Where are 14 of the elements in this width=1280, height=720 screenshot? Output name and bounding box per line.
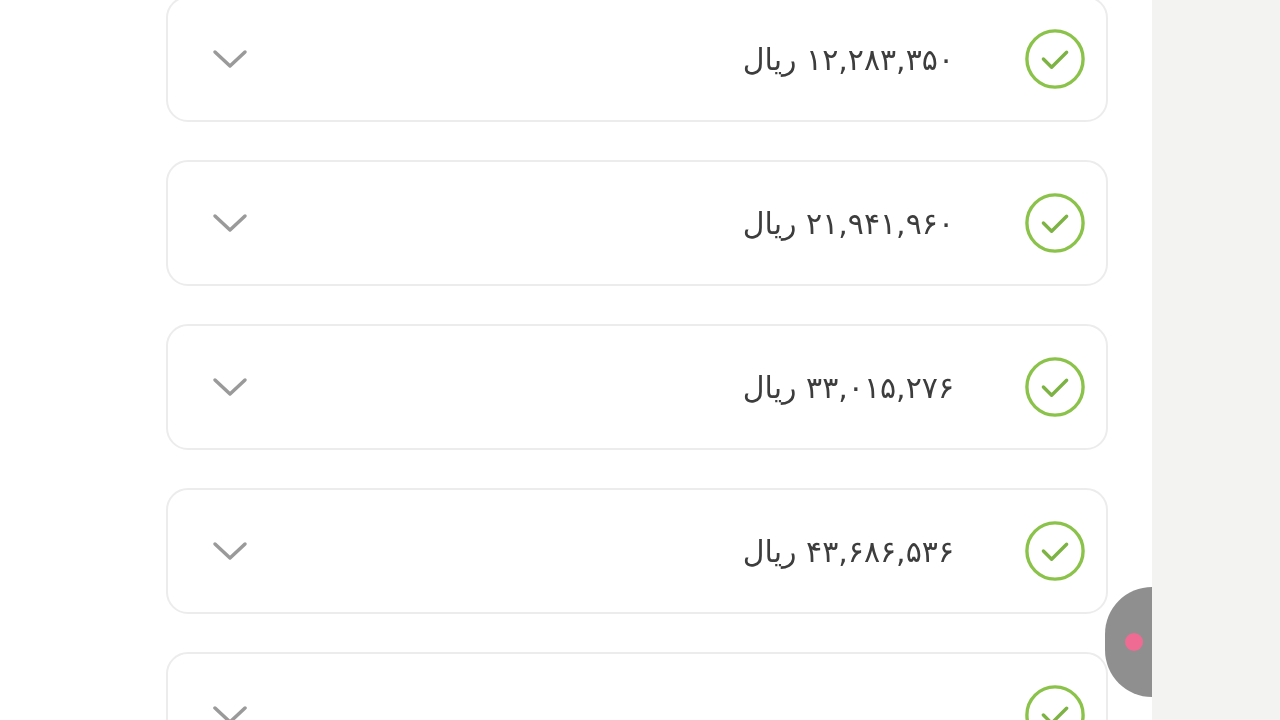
amount-text: ۴۳,۶۸۶,۵۳۶ ریال xyxy=(742,533,954,569)
amount-text: ۱۲,۲۸۳,۳۵۰ ریال xyxy=(742,41,954,77)
chevron-down-icon[interactable] xyxy=(212,540,248,562)
amount-text: ۲۱,۹۴۱,۹۶۰ ریال xyxy=(742,205,954,241)
chevron-down-icon[interactable] xyxy=(212,212,248,234)
payment-card[interactable]: ۱۲,۲۸۳,۳۵۰ ریال xyxy=(166,0,1108,122)
chevron-down-icon[interactable] xyxy=(212,48,248,70)
chevron-down-icon[interactable] xyxy=(212,704,248,720)
payment-card[interactable]: ۳۳,۰۱۵,۲۷۶ ریال xyxy=(166,324,1108,450)
amount-text: ۳۳,۰۱۵,۲۷۶ ریال xyxy=(742,369,954,405)
chevron-down-icon[interactable] xyxy=(212,376,248,398)
payment-card[interactable]: ۲۱,۹۴۱,۹۶۰ ریال xyxy=(166,160,1108,286)
payment-card[interactable]: ۴۳,۶۸۶,۵۳۶ ریال xyxy=(166,488,1108,614)
record-dot-icon xyxy=(1125,633,1143,651)
